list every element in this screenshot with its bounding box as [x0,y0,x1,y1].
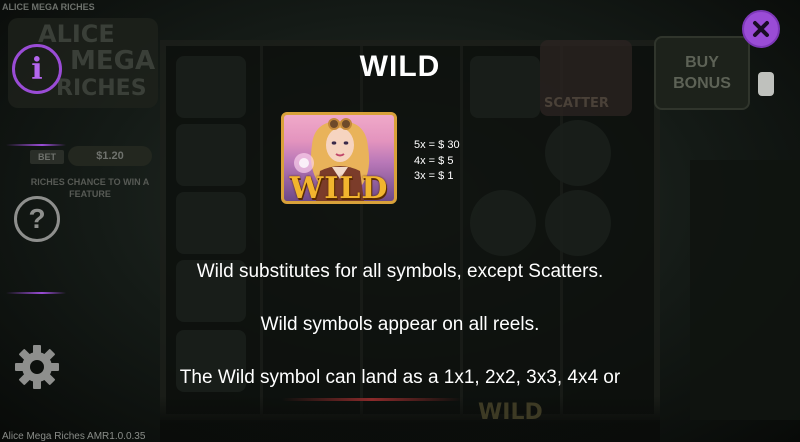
scroll-fade [160,396,660,442]
help-icon: ? [28,203,46,234]
description-line: Wild substitutes for all symbols, except… [196,261,604,282]
close-icon [753,21,769,37]
game-title-strip: ALICE MEGA RICHES [2,2,95,12]
description-line: The Wild symbol can land as a 1x1, 2x2, … [179,367,621,388]
description-line: Wild symbols appear on all reels. [260,314,540,335]
reel-symbol [545,120,611,186]
bet-label: BET [30,150,64,164]
reel-symbol [470,190,536,256]
version-label: Alice Mega Riches AMR1.0.0.35 [2,431,146,442]
wild-ghost-label: WILD [478,400,543,425]
bottom-accent-line [282,398,462,401]
paytable-row: 5x = $ 30 [414,139,460,151]
menu-divider [6,292,66,294]
wild-symbol-image: WILD [281,112,397,204]
reel-separator [360,46,363,416]
paytable-row: 3x = $ 1 [414,170,454,182]
wild-symbol-label: WILD [289,171,389,204]
close-button[interactable] [742,10,780,48]
help-button[interactable]: ? [14,196,60,242]
reel-symbol [545,190,611,256]
scatter-label: SCATTER [544,96,609,111]
reel-separator [260,46,263,416]
reel-symbol [176,124,246,186]
paytable-row: 4x = $ 5 [414,154,454,167]
reel-separator [460,46,463,416]
paytable: 5x = $ 30 4x = $ 5 3x = $ 1 [414,138,460,185]
bet-value: $1.20 [68,146,152,166]
reel-symbol [176,192,246,254]
menu-divider [6,144,66,146]
riches-chance-text: RICHES CHANCE TO WIN A FEATURE [30,177,150,199]
logo-line-1: ALICE [38,20,115,48]
panel-title: WILD [359,50,441,83]
